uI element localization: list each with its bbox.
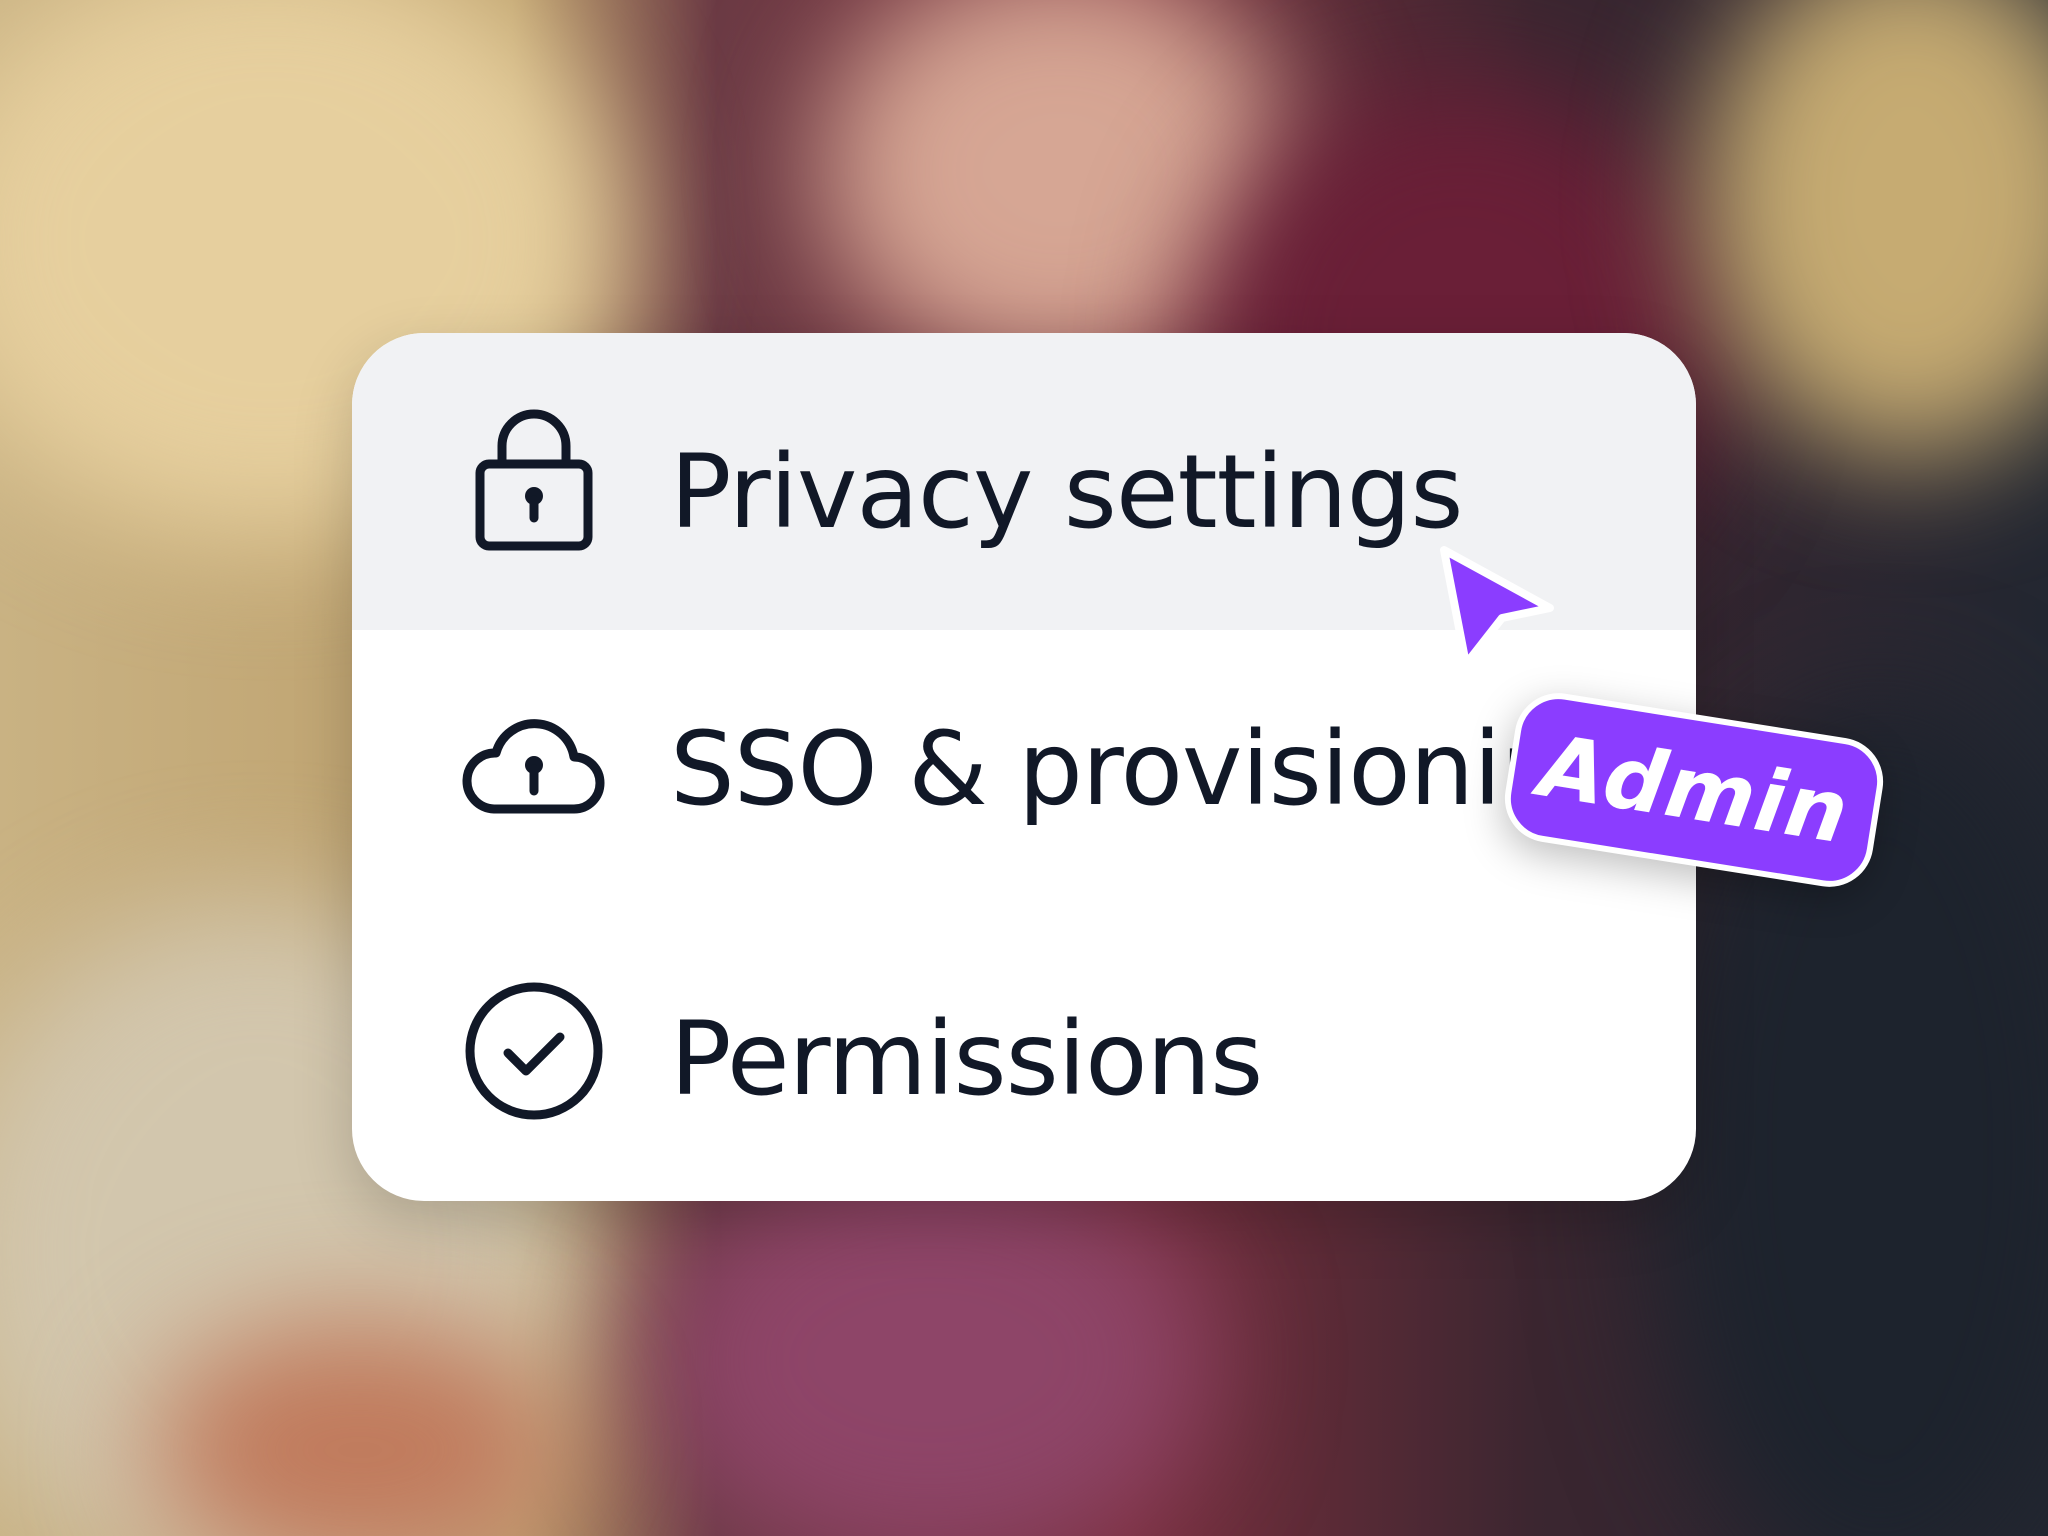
menu-item-label: SSO & provisioning bbox=[670, 710, 1629, 829]
lock-icon bbox=[460, 408, 608, 556]
menu-item-label: Permissions bbox=[670, 1000, 1263, 1119]
check-circle-icon bbox=[460, 977, 608, 1125]
background-blob bbox=[650, 1150, 1210, 1536]
cloud-lock-icon bbox=[460, 691, 608, 839]
pointer-arrow-icon bbox=[1440, 546, 1554, 668]
background-blob bbox=[1700, 0, 2048, 460]
settings-menu: Privacy settings SSO & provisioning Perm… bbox=[352, 333, 1696, 1201]
menu-item-label: Privacy settings bbox=[670, 433, 1463, 552]
admin-badge-label: Admin bbox=[1532, 716, 1856, 864]
menu-item-permissions[interactable]: Permissions bbox=[352, 900, 1696, 1201]
